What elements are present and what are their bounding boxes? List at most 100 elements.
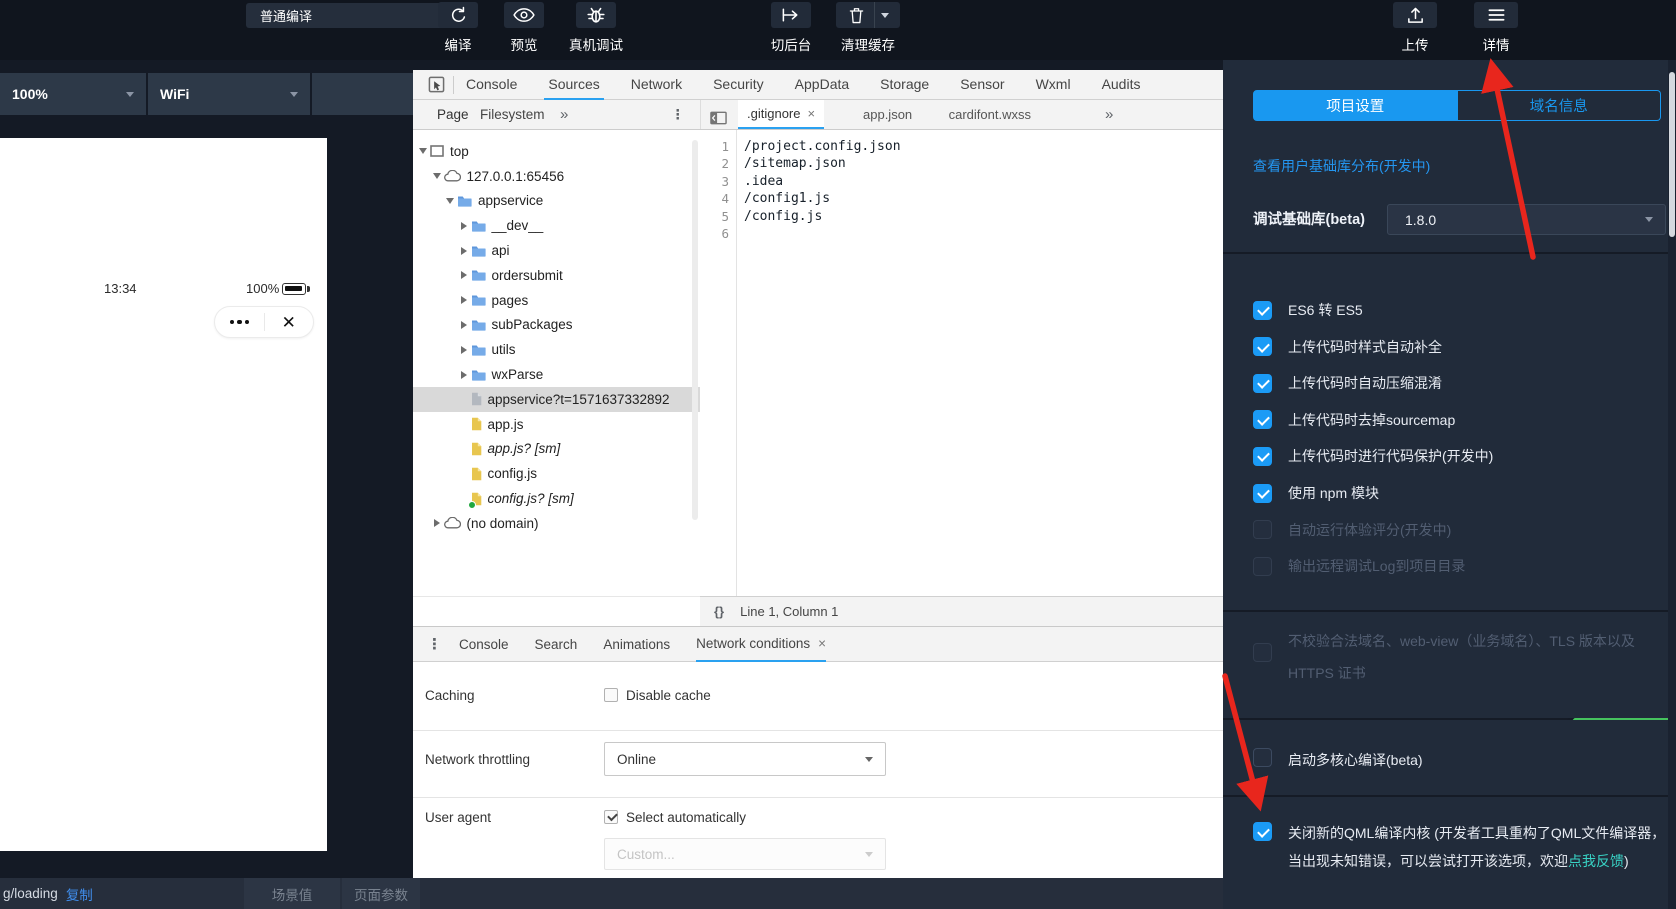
toolbar-button[interactable] <box>836 2 900 28</box>
page-params-button[interactable]: 页面参数 <box>342 878 420 909</box>
close-miniprogram-button[interactable]: ✕ <box>265 307 314 337</box>
devtools-tab-security[interactable]: Security <box>709 70 768 100</box>
option-checkbox[interactable] <box>1253 410 1272 430</box>
panel-scrollbar-thumb[interactable] <box>1669 72 1675 237</box>
file-tab-app-json[interactable]: app.json <box>854 100 921 129</box>
simulator-screen[interactable]: 13:34 100% ✕ <box>0 138 327 851</box>
tree-item-config-js-sm-[interactable]: config.js? [sm] <box>413 486 700 511</box>
more-button[interactable] <box>215 307 264 337</box>
details-panel: 项目设置 域名信息 查看用户基础库分布(开发中) 调试基础库(beta) 1.8… <box>1223 60 1676 909</box>
tree-scrollbar[interactable] <box>692 140 698 520</box>
drawer-tab-search[interactable]: Search <box>535 627 578 662</box>
devtools-tab-wxml[interactable]: Wxml <box>1032 70 1075 100</box>
file-tab--gitignore[interactable]: .gitignore × <box>738 100 825 129</box>
tree-item-utils[interactable]: utils <box>413 337 700 362</box>
tree-item-api[interactable]: api <box>413 238 700 263</box>
zoom-dropdown[interactable]: 100% <box>0 73 146 115</box>
option-checkbox[interactable] <box>1253 373 1272 393</box>
toolbar-button[interactable] <box>438 2 478 28</box>
network-type-dropdown[interactable]: WiFi <box>148 73 310 115</box>
tab-domain-info[interactable]: 域名信息 <box>1457 90 1661 121</box>
devtools-tab-sources[interactable]: Sources <box>544 70 604 100</box>
option-checkbox[interactable] <box>1253 446 1272 466</box>
devtools-tab-audits[interactable]: Audits <box>1098 70 1145 100</box>
tree-item-app-js[interactable]: app.js <box>413 412 700 437</box>
close-tab-icon[interactable]: × <box>807 106 815 121</box>
drawer-kebab-menu-icon[interactable]: ⋮ <box>427 635 443 653</box>
toolbar-button[interactable] <box>576 2 616 28</box>
devtools-tab-network[interactable]: Network <box>627 70 686 100</box>
tab-project-settings[interactable]: 项目设置 <box>1253 90 1458 121</box>
tree-item-__dev__[interactable]: __dev__ <box>413 213 700 238</box>
option-checkbox[interactable] <box>1253 520 1272 540</box>
trash-dropdown-caret[interactable] <box>874 2 894 28</box>
details-button[interactable] <box>1474 2 1518 28</box>
close-tab-icon[interactable]: × <box>818 626 826 661</box>
inspect-element-icon[interactable] <box>423 76 449 93</box>
tree-item-appservice-t-1571637332892[interactable]: appservice?t=1571637332892 <box>413 386 700 412</box>
upload-button[interactable] <box>1393 2 1437 28</box>
devtools-tab-storage[interactable]: Storage <box>876 70 933 100</box>
skip-domain-check-checkbox[interactable] <box>1253 643 1272 662</box>
collapsed-arrow-icon[interactable] <box>460 320 467 329</box>
expanded-arrow-icon[interactable] <box>446 197 454 204</box>
collapsed-arrow-icon[interactable] <box>460 271 467 280</box>
scene-value-button[interactable]: 场景值 <box>244 878 340 909</box>
devtools-tab-sensor[interactable]: Sensor <box>956 70 1008 100</box>
qml-kernel-checkbox[interactable] <box>1253 822 1272 841</box>
option-checkbox[interactable] <box>1253 556 1272 576</box>
tree-item-config-js[interactable]: config.js <box>413 461 700 486</box>
nav-overflow-icon[interactable]: » <box>560 100 568 129</box>
simulator-extra-dropdown[interactable] <box>312 73 413 115</box>
option-checkbox[interactable] <box>1253 337 1272 357</box>
collapsed-arrow-icon[interactable] <box>433 519 440 528</box>
toolbar-button[interactable] <box>504 2 544 28</box>
select-automatically-checkbox[interactable] <box>604 810 618 824</box>
tree-item-app-js-sm-[interactable]: app.js? [sm] <box>413 437 700 462</box>
tree-item-subPackages[interactable]: subPackages <box>413 313 700 338</box>
file-tab-cardifont-wxss[interactable]: cardifont.wxss <box>940 100 1040 129</box>
collapsed-arrow-icon[interactable] <box>460 246 467 255</box>
tree-item-ordersubmit[interactable]: ordersubmit <box>413 263 700 288</box>
disable-cache-checkbox[interactable] <box>604 688 618 702</box>
tab-filesystem[interactable]: Filesystem <box>480 100 545 129</box>
tree-item--no-domain-[interactable]: (no domain) <box>413 511 700 536</box>
drawer-tab-animations[interactable]: Animations <box>603 627 670 662</box>
collapsed-arrow-icon[interactable] <box>460 370 467 379</box>
compile-mode-dropdown[interactable]: 普通编译 <box>246 3 458 28</box>
caching-label: Caching <box>425 688 475 703</box>
tree-item-appservice[interactable]: appservice <box>413 189 700 214</box>
tree-item-pages[interactable]: pages <box>413 288 700 313</box>
nav-kebab-menu-icon[interactable]: ⋮ <box>671 100 685 129</box>
drawer-tab-console[interactable]: Console <box>459 627 509 662</box>
throttling-select[interactable]: Online <box>604 742 886 776</box>
option-checkbox[interactable] <box>1253 483 1272 503</box>
tree-item-127-0-0-1-65456[interactable]: 127.0.0.1:65456 <box>413 164 700 189</box>
tab-page[interactable]: Page <box>437 100 469 129</box>
multicore-compile-label: 启动多核心编译(beta) <box>1288 752 1423 768</box>
curly-brackets-icon[interactable]: {} <box>714 604 724 619</box>
debug-lib-select[interactable]: 1.8.0 <box>1387 204 1666 235</box>
tree-item-label: pages <box>491 292 529 308</box>
option-checkbox[interactable] <box>1253 300 1272 320</box>
tree-item-wxParse[interactable]: wxParse <box>413 362 700 387</box>
devtools-tab-console[interactable]: Console <box>462 70 521 100</box>
copy-path-link[interactable]: 复制 <box>66 884 93 904</box>
drawer-tab-network-conditions[interactable]: Network conditions × <box>696 626 827 662</box>
expanded-arrow-icon[interactable] <box>419 148 427 155</box>
multicore-compile-checkbox[interactable] <box>1253 748 1272 767</box>
custom-user-agent-select[interactable]: Custom... <box>604 838 886 870</box>
tree-item-top[interactable]: top <box>413 139 700 164</box>
chevron-down-icon <box>1645 217 1653 222</box>
collapsed-arrow-icon[interactable] <box>460 345 467 354</box>
devtools-tab-appdata[interactable]: AppData <box>791 70 853 100</box>
toolbar-button[interactable] <box>771 2 811 28</box>
tabs-overflow-icon[interactable]: » <box>1105 100 1113 129</box>
collapsed-arrow-icon[interactable] <box>460 221 467 230</box>
qml-text-after: ) <box>1624 852 1629 869</box>
feedback-link[interactable]: 点我反馈 <box>1568 853 1624 869</box>
view-base-lib-link[interactable]: 查看用户基础库分布(开发中) <box>1253 156 1430 176</box>
expanded-arrow-icon[interactable] <box>432 173 441 180</box>
collapsed-arrow-icon[interactable] <box>460 296 467 305</box>
code-editor[interactable]: 1 23 456 /project.config.json/sitemap.json… <box>700 130 1223 596</box>
